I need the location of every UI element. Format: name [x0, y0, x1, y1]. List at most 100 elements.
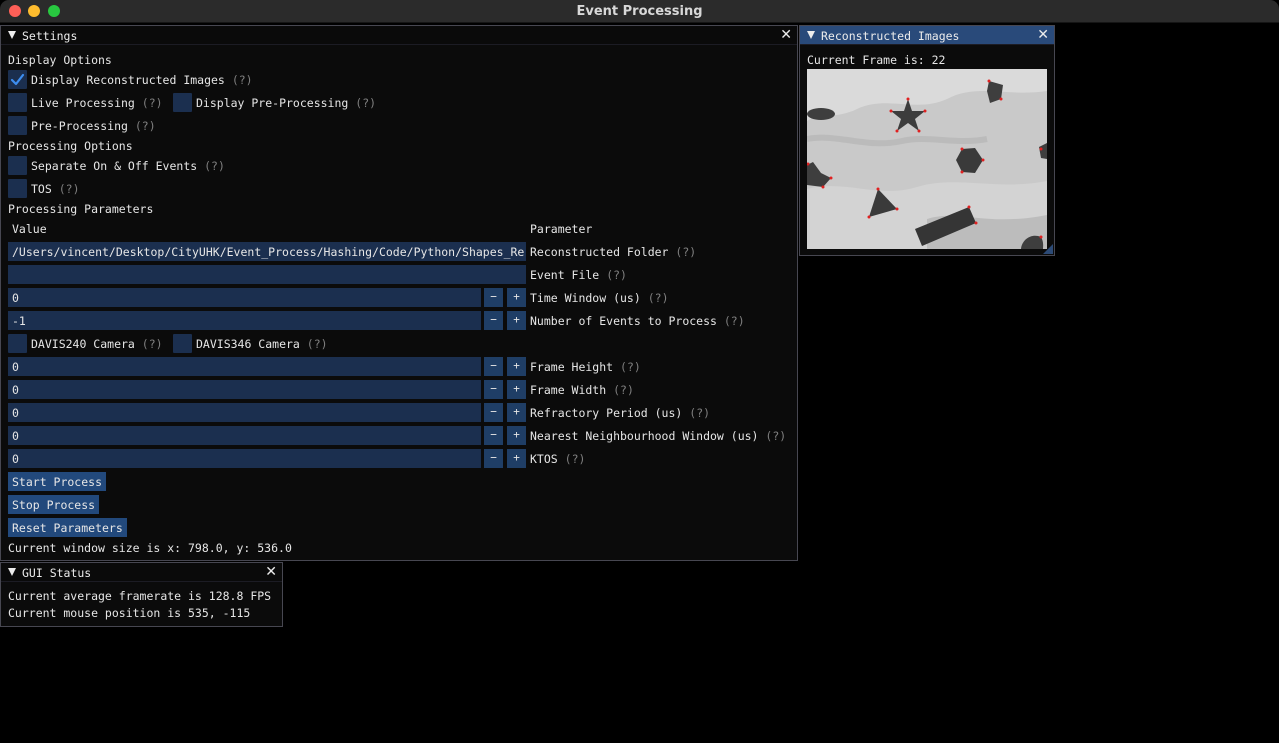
value-column-header: Value	[12, 222, 47, 236]
frame-height-input[interactable]: 0	[8, 357, 481, 376]
display-reconstructed-row: Display Reconstructed Images (?)	[31, 73, 253, 87]
live-processing-checkbox[interactable]	[8, 93, 27, 112]
reconstructed-frame-image	[807, 69, 1047, 249]
processing-parameters-header: Processing Parameters	[8, 202, 154, 216]
display-preprocessing-help[interactable]: (?)	[355, 96, 376, 110]
separate-events-checkbox[interactable]	[8, 156, 27, 175]
event-file-help[interactable]: (?)	[606, 268, 627, 282]
display-preprocessing-checkbox[interactable]	[173, 93, 192, 112]
num-events-decrement-button[interactable]: −	[484, 311, 503, 330]
resize-grip[interactable]	[1043, 244, 1053, 254]
refractory-period-row: Refractory Period (us) (?)	[530, 406, 710, 420]
frame-height-help[interactable]: (?)	[620, 360, 641, 374]
triangle-down-icon[interactable]	[8, 568, 16, 576]
tos-label: TOS	[31, 182, 52, 196]
davis346-checkbox[interactable]	[173, 334, 192, 353]
frame-height-increment-button[interactable]: +	[507, 357, 526, 376]
live-processing-help[interactable]: (?)	[142, 96, 163, 110]
display-reconstructed-label: Display Reconstructed Images	[31, 73, 225, 87]
reset-parameters-button[interactable]: Reset Parameters	[8, 518, 127, 537]
mouse-position-text: Current mouse position is 535, -115	[8, 606, 251, 620]
close-icon[interactable]: ✕	[1037, 27, 1049, 43]
nearest-neighbourhood-help[interactable]: (?)	[765, 429, 786, 443]
separate-events-help[interactable]: (?)	[204, 159, 225, 173]
refractory-period-decrement-button[interactable]: −	[484, 403, 503, 422]
separate-events-row: Separate On & Off Events (?)	[31, 159, 225, 173]
preprocessing-help[interactable]: (?)	[135, 119, 156, 133]
refractory-period-label: Refractory Period (us)	[530, 406, 683, 420]
nearest-neighbourhood-decrement-button[interactable]: −	[484, 426, 503, 445]
stop-process-button[interactable]: Stop Process	[8, 495, 100, 514]
live-processing-label: Live Processing	[31, 96, 135, 110]
time-window-label: Time Window (us)	[530, 291, 641, 305]
reconstructed-folder-row: Reconstructed Folder (?)	[530, 245, 696, 259]
event-file-row: Event File (?)	[530, 268, 627, 282]
time-window-help[interactable]: (?)	[648, 291, 669, 305]
event-file-input[interactable]	[8, 265, 526, 284]
ktos-input[interactable]: 0	[8, 449, 481, 468]
triangle-down-icon[interactable]	[807, 31, 815, 39]
davis346-row: DAVIS346 Camera (?)	[196, 337, 328, 351]
tos-help[interactable]: (?)	[59, 182, 80, 196]
refractory-period-increment-button[interactable]: +	[507, 403, 526, 422]
num-events-increment-button[interactable]: +	[507, 311, 526, 330]
nearest-neighbourhood-increment-button[interactable]: +	[507, 426, 526, 445]
checkmark-icon	[10, 73, 25, 86]
davis240-row: DAVIS240 Camera (?)	[31, 337, 163, 351]
refractory-period-help[interactable]: (?)	[689, 406, 710, 420]
ktos-label: KTOS	[530, 452, 558, 466]
davis240-label: DAVIS240 Camera	[31, 337, 135, 351]
frame-width-help[interactable]: (?)	[613, 383, 634, 397]
event-file-label: Event File	[530, 268, 600, 282]
reconstructed-folder-help[interactable]: (?)	[675, 245, 696, 259]
reconstructed-images-titlebar[interactable]: Reconstructed Images ✕	[800, 26, 1054, 45]
time-window-row: Time Window (us) (?)	[530, 291, 669, 305]
nearest-neighbourhood-input[interactable]: 0	[8, 426, 481, 445]
refractory-period-input[interactable]: 0	[8, 403, 481, 422]
time-window-increment-button[interactable]: +	[507, 288, 526, 307]
triangle-down-icon[interactable]	[8, 31, 16, 39]
time-window-input[interactable]: 0	[8, 288, 481, 307]
preprocessing-row: Pre-Processing (?)	[31, 119, 156, 133]
reconstructed-folder-input[interactable]: /Users/vincent/Desktop/CityUHK/Event_Pro…	[8, 242, 526, 261]
num-events-input[interactable]: -1	[8, 311, 481, 330]
davis240-checkbox[interactable]	[8, 334, 27, 353]
frame-height-decrement-button[interactable]: −	[484, 357, 503, 376]
tos-checkbox[interactable]	[8, 179, 27, 198]
gui-status-title: GUI Status	[22, 566, 92, 580]
gui-status-window: GUI Status ✕ Current average framerate i…	[0, 562, 283, 627]
reconstructed-images-title: Reconstructed Images	[821, 29, 960, 43]
current-frame-text: Current Frame is: 22	[807, 53, 946, 67]
frame-width-input[interactable]: 0	[8, 380, 481, 399]
start-process-button[interactable]: Start Process	[8, 472, 107, 491]
display-reconstructed-help[interactable]: (?)	[232, 73, 253, 87]
close-icon[interactable]: ✕	[265, 564, 277, 580]
ktos-increment-button[interactable]: +	[507, 449, 526, 468]
gui-status-titlebar[interactable]: GUI Status ✕	[1, 563, 282, 582]
ktos-help[interactable]: (?)	[565, 452, 586, 466]
display-preprocessing-row: Display Pre-Processing (?)	[196, 96, 376, 110]
nearest-neighbourhood-row: Nearest Neighbourhood Window (us) (?)	[530, 429, 786, 443]
tos-row: TOS (?)	[31, 182, 80, 196]
display-reconstructed-checkbox[interactable]	[8, 70, 27, 89]
frame-height-label: Frame Height	[530, 360, 614, 374]
num-events-label: Number of Events to Process	[530, 314, 717, 328]
preprocessing-checkbox[interactable]	[8, 116, 27, 135]
window-titlebar: Event Processing	[0, 0, 1279, 23]
app-canvas: Settings ✕ Display Options Display Recon…	[0, 24, 1279, 743]
frame-width-label: Frame Width	[530, 383, 607, 397]
time-window-decrement-button[interactable]: −	[484, 288, 503, 307]
davis346-help[interactable]: (?)	[307, 337, 328, 351]
frame-width-increment-button[interactable]: +	[507, 380, 526, 399]
settings-titlebar[interactable]: Settings ✕	[1, 26, 797, 45]
num-events-help[interactable]: (?)	[724, 314, 745, 328]
window-size-text: Current window size is x: 798.0, y: 536.…	[8, 541, 292, 555]
davis240-help[interactable]: (?)	[142, 337, 163, 351]
close-icon[interactable]: ✕	[780, 27, 792, 43]
reconstructed-images-window: Reconstructed Images ✕ Current Frame is:…	[799, 25, 1055, 256]
ktos-row: KTOS (?)	[530, 452, 585, 466]
window-title: Event Processing	[576, 4, 703, 19]
ktos-decrement-button[interactable]: −	[484, 449, 503, 468]
processing-options-header: Processing Options	[8, 139, 133, 153]
frame-width-decrement-button[interactable]: −	[484, 380, 503, 399]
